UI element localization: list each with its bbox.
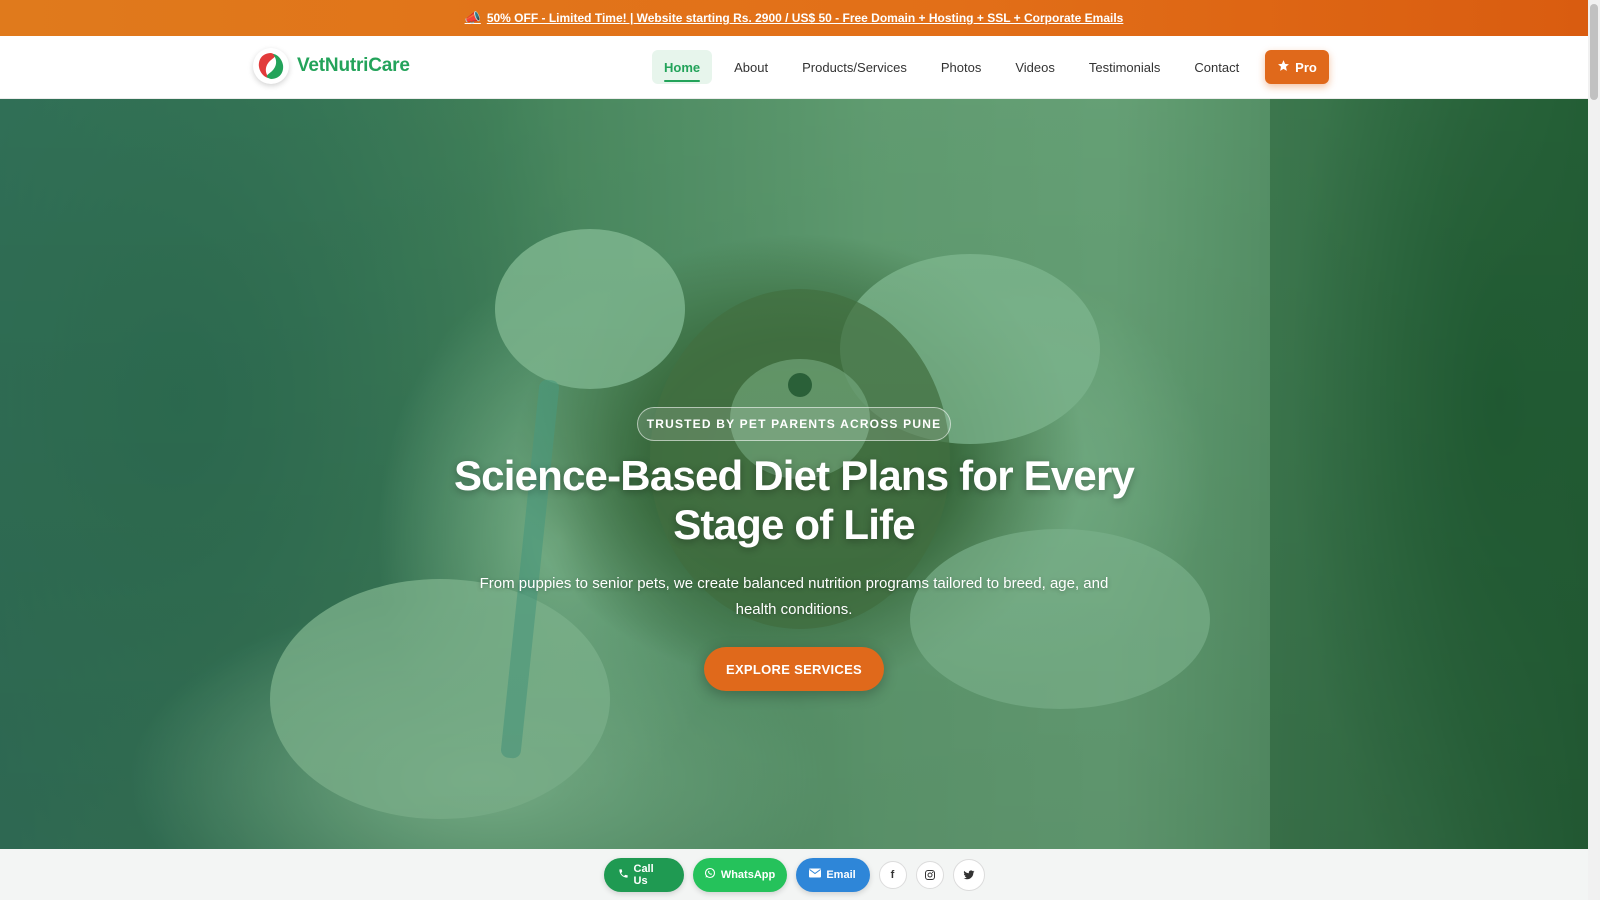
whatsapp-label: WhatsApp (720, 868, 776, 881)
promo-banner: 📣 50% OFF - Limited Time! | Website star… (0, 0, 1588, 36)
megaphone-icon: 📣 (464, 10, 481, 25)
nav-item-testimonials[interactable]: Testimonials (1077, 50, 1173, 84)
whatsapp-icon (704, 867, 716, 882)
site-header: VetNutriCare Home About Products/Service… (0, 36, 1588, 99)
whatsapp-button[interactable]: WhatsApp (692, 857, 787, 892)
hero-title-line-2: Stage of Life (673, 501, 915, 548)
email-label: Email (826, 868, 856, 881)
instagram-icon[interactable] (915, 860, 944, 889)
brand-logo (253, 48, 289, 84)
envelope-icon (809, 868, 822, 881)
nav-item-home[interactable]: Home (652, 50, 713, 84)
pro-button[interactable]: Pro (1265, 50, 1329, 84)
brand-name: VetNutriCare (297, 55, 410, 76)
explore-services-button[interactable]: EXPLORE SERVICES (704, 647, 884, 691)
nav-item-contact[interactable]: Contact (1182, 50, 1251, 84)
hero-subtitle: From puppies to senior pets, we create b… (479, 575, 1109, 618)
contact-bar: Call Us WhatsApp Email f (0, 849, 1588, 900)
promo-link[interactable]: 📣 50% OFF - Limited Time! | Website star… (465, 10, 1124, 26)
nav-item-about[interactable]: About (722, 50, 780, 84)
nav-item-photos[interactable]: Photos (929, 50, 993, 84)
nav-item-videos[interactable]: Videos (1003, 50, 1067, 84)
call-us-button[interactable]: Call Us (603, 857, 684, 892)
promo-text: 50% OFF - Limited Time! | Website starti… (486, 11, 1124, 25)
hero-section: TRUSTED BY PET PARENTS ACROSS PUNE Scien… (0, 99, 1588, 849)
phone-icon (618, 868, 629, 882)
email-button[interactable]: Email (795, 857, 870, 892)
pro-label: Pro (1295, 59, 1317, 75)
star-icon (1277, 59, 1290, 75)
hero-title-line-1: Science-Based Diet Plans for Every (453, 452, 1135, 499)
hero-content: TRUSTED BY PET PARENTS ACROSS PUNE Scien… (0, 99, 1588, 849)
page-scrollbar[interactable] (1588, 0, 1600, 900)
facebook-icon[interactable]: f (878, 860, 907, 889)
main-nav: Home About Products/Services Photos Vide… (652, 50, 1261, 84)
brand-link[interactable]: VetNutriCare (253, 48, 410, 84)
nav-item-products-services[interactable]: Products/Services (790, 50, 919, 84)
twitter-icon[interactable] (952, 858, 985, 891)
call-us-label: Call Us (633, 862, 654, 887)
hero-title: Science-Based Diet Plans for Every Stage… (400, 451, 1188, 549)
scrollbar-thumb[interactable] (1590, 4, 1598, 100)
hero-badge: TRUSTED BY PET PARENTS ACROSS PUNE (637, 407, 951, 441)
